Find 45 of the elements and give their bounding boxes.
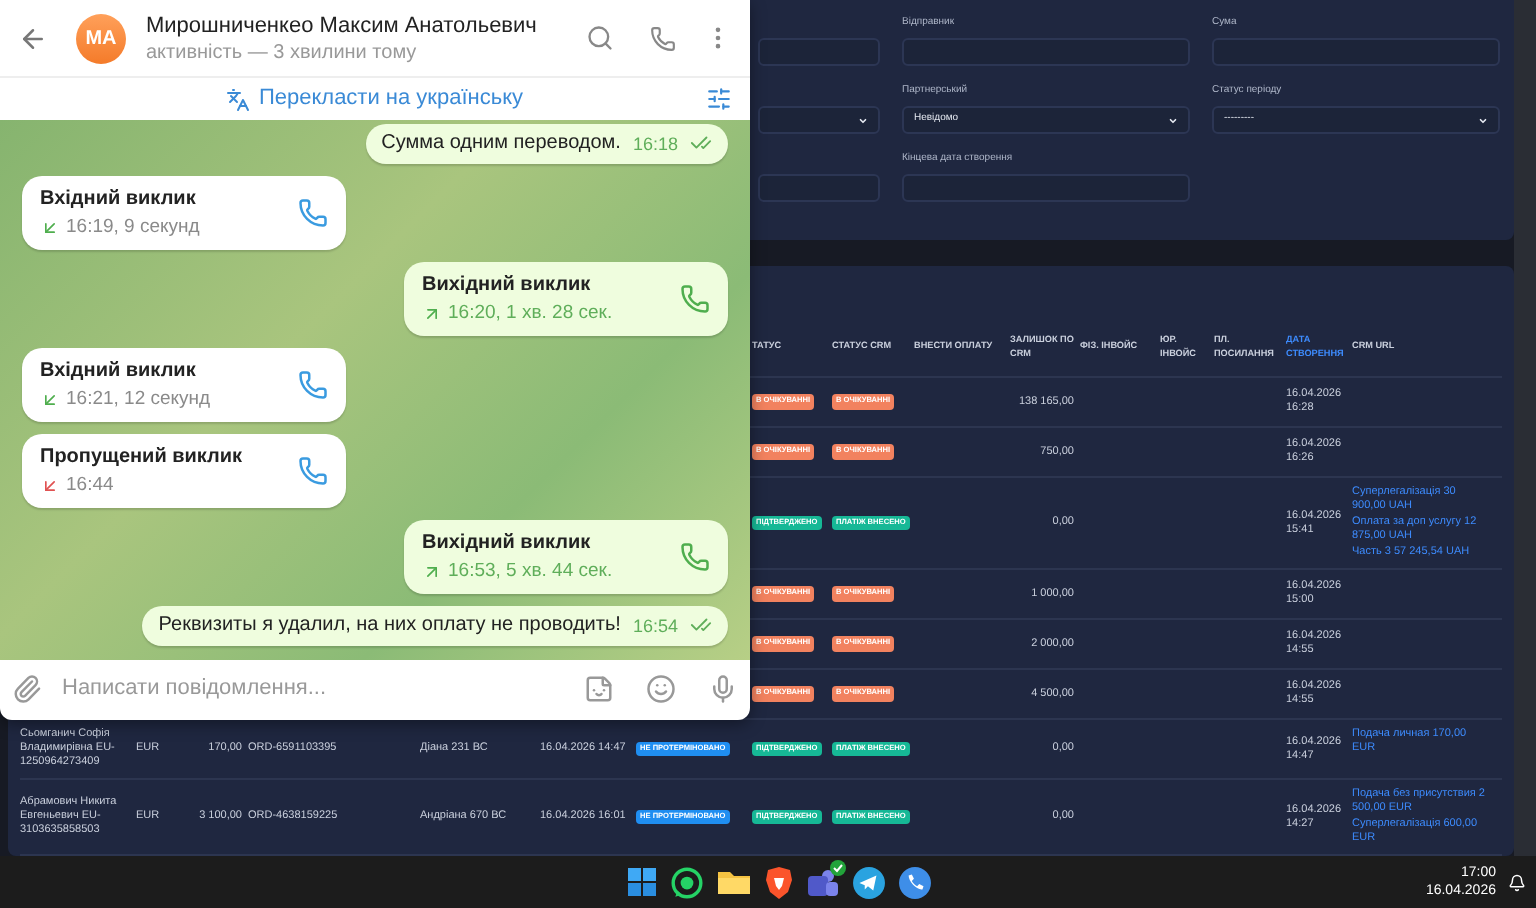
call-title: Вихідний виклик — [422, 272, 593, 298]
bell-icon[interactable] — [1508, 873, 1526, 891]
microphone-icon[interactable] — [708, 673, 738, 703]
search-icon[interactable] — [586, 24, 614, 52]
message-input[interactable]: Написати повідомлення... — [62, 671, 564, 705]
sticker-icon[interactable] — [584, 673, 614, 703]
back-icon[interactable] — [18, 23, 48, 53]
input-field[interactable] — [902, 38, 1190, 66]
start-menu-icon[interactable] — [625, 866, 657, 898]
message-time: 16:18 — [632, 131, 678, 157]
call-detail: 16:21, 12 секунд — [66, 388, 211, 412]
call-title: Вхідний виклик — [40, 186, 198, 212]
input-field[interactable] — [758, 38, 880, 66]
call-title: Вихідний виклик — [422, 530, 593, 556]
call-detail: 16:19, 9 секунд — [66, 216, 200, 240]
last-seen: активність — 3 хвилини тому — [146, 39, 419, 65]
people-icon[interactable] — [805, 865, 839, 899]
contact-name: Мирошниченкео Максим Анатольевич — [146, 11, 539, 39]
message-time: 16:54 — [632, 613, 678, 639]
paper-plane-icon[interactable] — [851, 865, 885, 899]
chat-bubble-icon[interactable] — [669, 865, 703, 899]
message-text: Сумма одним переводом. — [381, 130, 621, 158]
translate-button[interactable]: Перекласти на українську — [226, 82, 524, 116]
chevron-icon — [1478, 115, 1488, 125]
input-field[interactable] — [1212, 38, 1500, 66]
call-title: Вхідний виклик — [40, 358, 198, 384]
message-text: Реквизиты я удалил, на них оплату не проводить! — [158, 612, 621, 640]
call-detail: 16:53, 5 хв. 44 сек. — [448, 560, 613, 584]
call-detail: 16:20, 1 хв. 28 сек. — [448, 302, 613, 326]
emoji-icon[interactable] — [646, 673, 676, 703]
shield-icon[interactable] — [763, 865, 793, 899]
input-field[interactable] — [902, 174, 1190, 202]
sliders-icon[interactable] — [706, 86, 732, 112]
paperclip-icon[interactable] — [12, 673, 42, 703]
call-detail: 16:44 — [66, 474, 114, 498]
check-badge-icon — [829, 859, 845, 875]
phone-icon[interactable] — [897, 865, 931, 899]
call-title: Пропущений виклик — [40, 444, 243, 470]
chevron-icon — [858, 115, 868, 125]
select-field[interactable] — [758, 106, 880, 134]
translate-icon — [226, 87, 251, 111]
chevron-icon — [1168, 115, 1178, 125]
input-field[interactable] — [758, 174, 880, 202]
avatar: MA — [76, 13, 126, 63]
folder-icon[interactable] — [715, 866, 751, 898]
